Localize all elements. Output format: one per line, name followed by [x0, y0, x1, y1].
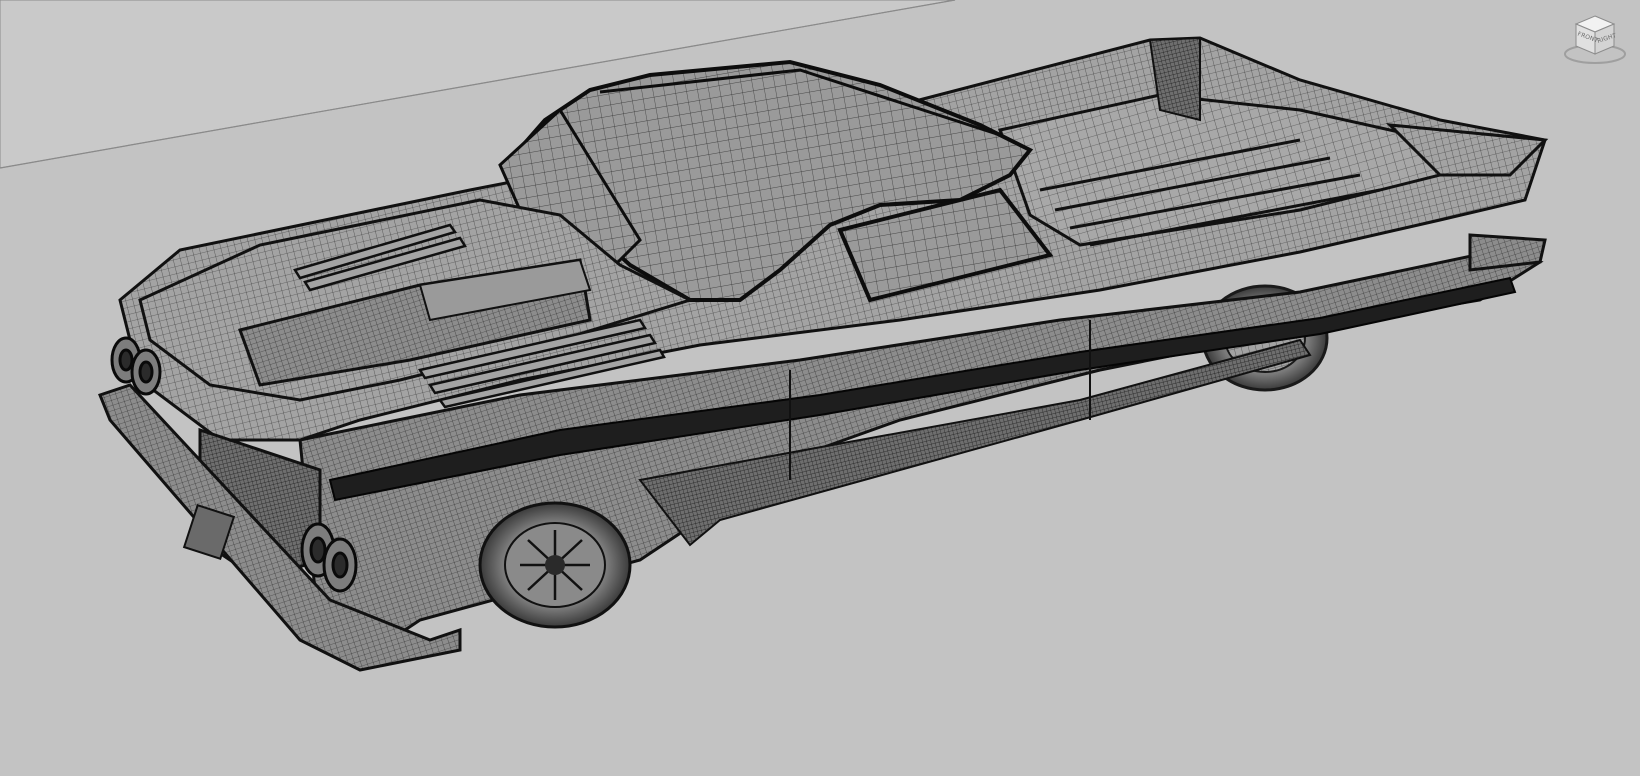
front-wheel	[478, 501, 632, 629]
viewcube[interactable]: FRONT RIGHT	[1562, 10, 1628, 66]
3d-viewport[interactable]: FRONT RIGHT	[0, 0, 1640, 776]
wireframe-scene[interactable]	[0, 0, 1640, 776]
